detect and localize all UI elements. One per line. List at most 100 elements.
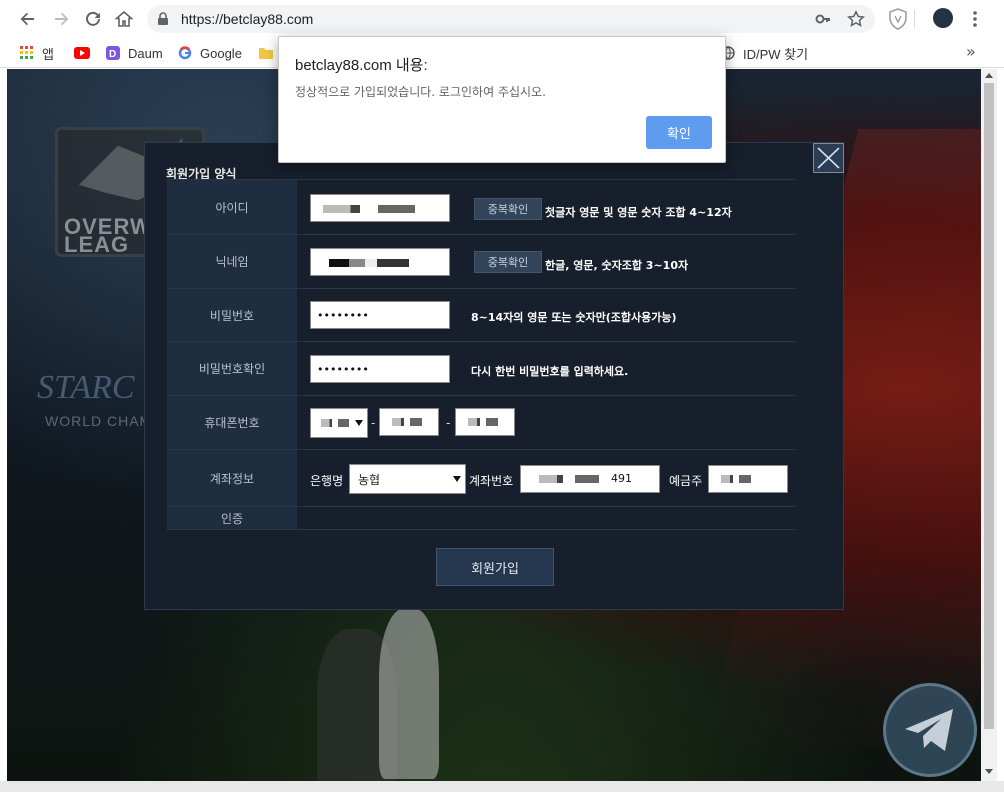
nickname-duplicate-check-button[interactable]: 중복확인 (474, 251, 542, 273)
phone-last-input[interactable] (455, 408, 515, 436)
key-icon[interactable] (815, 11, 831, 27)
reload-icon (86, 11, 100, 26)
alert-ok-button[interactable]: 확인 (646, 116, 712, 149)
folder-icon (259, 48, 273, 59)
svg-text:D: D (109, 49, 116, 60)
redacted-value (392, 418, 422, 426)
form-row-auth: 인증 (167, 506, 795, 530)
alert-message: 정상적으로 가입되었습니다. 로그인하여 주십시오. (295, 85, 546, 99)
form-row-password-confirm: 비밀번호확인 •••••••• 다시 한번 비밀번호를 입력하세요. (167, 341, 795, 395)
nickname-label: 닉네임 (167, 235, 297, 288)
chevron-down-icon (355, 420, 363, 426)
forward-button[interactable] (49, 7, 73, 31)
vertical-scrollbar[interactable] (981, 69, 997, 781)
phone-middle-input[interactable] (379, 408, 439, 436)
bank-select[interactable]: 농협 (349, 464, 466, 494)
account-number-suffix: 491 (611, 472, 632, 485)
bookmark-idpw[interactable]: ID/PW 찾기 (721, 44, 808, 62)
lock-icon (158, 12, 168, 25)
redacted-value (721, 475, 751, 483)
home-icon (115, 10, 133, 27)
address-bar[interactable]: https://betclay88.com (147, 5, 875, 33)
shield-extension-icon[interactable] (888, 8, 908, 30)
form-row-password: 비밀번호 •••••••• 8~14자의 영문 또는 숫자만(조합사용가능) (167, 288, 795, 341)
redacted-value (468, 418, 498, 426)
phone-separator: - (371, 416, 376, 430)
bg-pitcher-figure (379, 609, 439, 779)
form-row-id: 아이디 중복확인 첫글자 영문 및 영문 숫자 조합 4~12자 (167, 179, 795, 234)
id-duplicate-check-button[interactable]: 중복확인 (474, 198, 542, 220)
id-hint: 첫글자 영문 및 영문 숫자 조합 4~12자 (545, 206, 732, 219)
starcraft-subtitle: WORLD CHAM (45, 413, 153, 429)
account-holder-input[interactable] (708, 465, 788, 493)
nickname-input[interactable] (310, 248, 450, 276)
password-confirm-label: 비밀번호확인 (167, 342, 297, 395)
id-label: 아이디 (167, 180, 297, 234)
toolbar-separator (914, 10, 915, 28)
password-confirm-hint: 다시 한번 비밀번호를 입력하세요. (471, 365, 629, 378)
account-holder-label: 예금주 (669, 474, 703, 488)
phone-prefix-select[interactable] (310, 408, 368, 438)
signup-modal: 회원가입 양식 아이디 중복확인 첫글자 영문 및 영문 숫자 조합 4~12자… (144, 142, 844, 610)
scroll-up-icon[interactable] (985, 73, 993, 78)
bookmark-daum[interactable]: D Daum (106, 44, 163, 62)
id-input[interactable] (310, 194, 450, 222)
redacted-value (323, 205, 415, 213)
bookmark-label: ID/PW 찾기 (743, 46, 809, 62)
home-button[interactable] (112, 7, 136, 31)
bookmark-apps[interactable]: 앱 (20, 44, 54, 62)
browser-toolbar: https://betclay88.com (0, 0, 1004, 38)
form-row-phone: 휴대폰번호 - - (167, 395, 795, 449)
google-icon (178, 46, 192, 60)
account-label: 계좌정보 (167, 450, 297, 506)
alert-title: betclay88.com 내용: (295, 57, 428, 74)
close-icon (817, 147, 840, 169)
more-vert-icon[interactable] (966, 8, 984, 30)
signup-submit-button[interactable]: 회원가입 (436, 548, 554, 586)
modal-close-button[interactable] (813, 143, 844, 173)
bookmark-label: Google (200, 45, 242, 61)
scroll-down-icon[interactable] (985, 769, 993, 774)
window-edge (997, 69, 1004, 792)
phone-label: 휴대폰번호 (167, 396, 297, 449)
redacted-value (539, 475, 599, 483)
redacted-value (329, 259, 409, 267)
scroll-thumb[interactable] (984, 83, 994, 729)
password-label: 비밀번호 (167, 289, 297, 341)
alert-dialog: betclay88.com 내용: 정상적으로 가입되었습니다. 로그인하여 주… (278, 36, 726, 163)
password-mask: •••••••• (317, 308, 369, 322)
bookmark-youtube[interactable] (74, 44, 98, 62)
telegram-button[interactable] (883, 683, 977, 777)
telegram-icon (905, 709, 953, 751)
arrow-right-icon (55, 12, 69, 26)
auth-body (297, 507, 795, 529)
profile-avatar[interactable] (933, 8, 953, 28)
account-number-input[interactable]: 491 (520, 465, 660, 493)
bookmark-google[interactable]: Google (178, 44, 242, 62)
starcraft-logo: STARC (37, 369, 135, 406)
phone-separator: - (446, 416, 451, 430)
password-input[interactable]: •••••••• (310, 301, 450, 329)
password-confirm-mask: •••••••• (317, 362, 369, 376)
bookmark-label: 앱 (42, 46, 54, 62)
form-row-account: 계좌정보 은행명 농협 계좌번호 491 예금주 (167, 449, 795, 506)
window-bottom-edge (0, 781, 1004, 792)
bank-name-label: 은행명 (310, 474, 344, 488)
bookmarks-overflow-button[interactable]: » (966, 42, 976, 61)
chevron-down-icon (453, 476, 461, 482)
bank-select-value: 농협 (358, 472, 381, 487)
redacted-value (321, 419, 349, 427)
youtube-icon (74, 47, 90, 59)
star-icon[interactable] (847, 10, 865, 28)
daum-icon: D (106, 46, 120, 60)
apps-grid-icon (20, 46, 33, 59)
arrow-left-icon (20, 12, 34, 26)
auth-label: 인증 (167, 507, 297, 529)
password-hint: 8~14자의 영문 또는 숫자만(조합사용가능) (471, 311, 677, 324)
reload-button[interactable] (81, 7, 105, 31)
url-text: https://betclay88.com (181, 11, 314, 27)
back-button[interactable] (16, 7, 40, 31)
password-confirm-input[interactable]: •••••••• (310, 355, 450, 383)
bookmark-label: Daum (128, 45, 163, 61)
form-row-nickname: 닉네임 중복확인 한글, 영문, 숫자조합 3~10자 (167, 234, 795, 288)
